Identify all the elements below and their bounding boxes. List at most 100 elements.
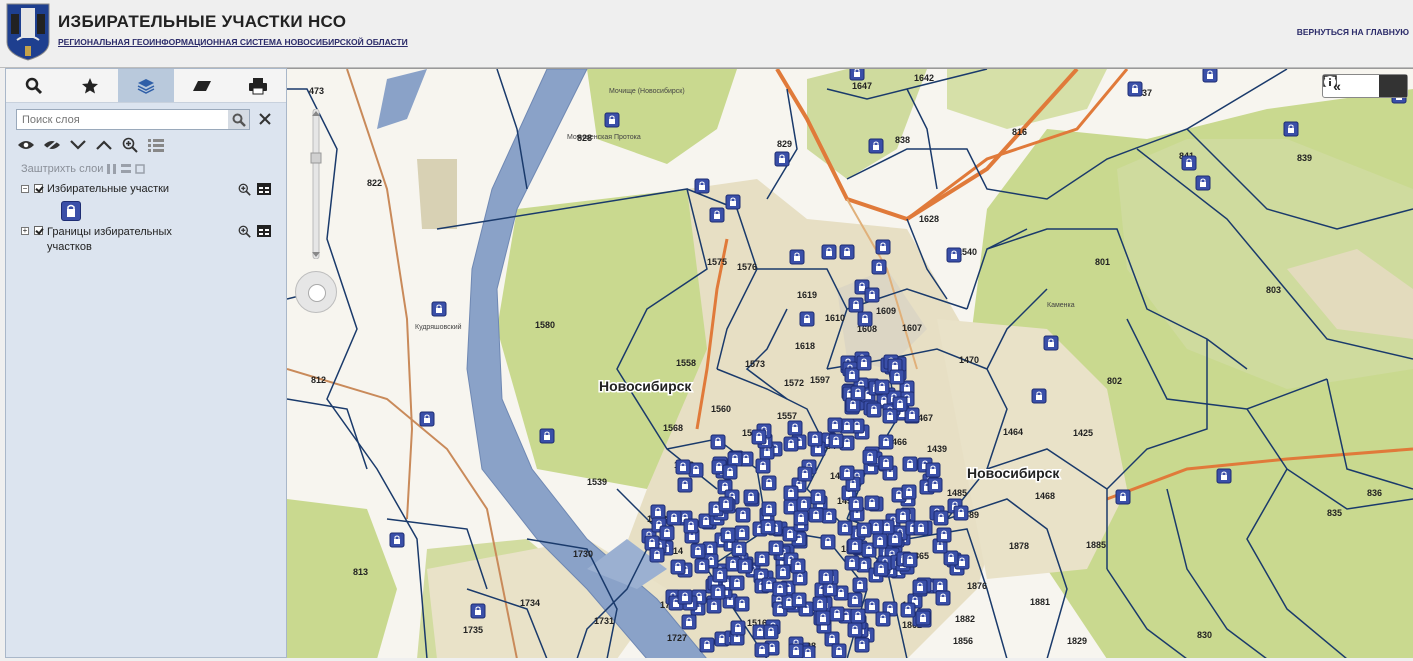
- rows-icon[interactable]: [121, 164, 132, 174]
- polling-station-marker[interactable]: [849, 69, 865, 81]
- polling-station-marker[interactable]: [694, 178, 710, 194]
- polling-station-marker[interactable]: [868, 138, 884, 154]
- polling-station-marker[interactable]: [808, 507, 824, 523]
- polling-station-marker[interactable]: [718, 496, 734, 512]
- polling-station-marker[interactable]: [419, 411, 435, 427]
- polling-station-marker[interactable]: [844, 367, 860, 383]
- polling-station-marker[interactable]: [875, 611, 891, 627]
- polling-station-marker[interactable]: [470, 603, 486, 619]
- polling-station-marker[interactable]: [936, 527, 952, 543]
- collapse-toggle[interactable]: −: [21, 185, 29, 193]
- polling-station-marker[interactable]: [902, 552, 918, 568]
- polling-station-marker[interactable]: [754, 642, 770, 658]
- polling-station-marker[interactable]: [751, 429, 767, 445]
- polling-station-marker[interactable]: [755, 458, 771, 474]
- polling-station-marker[interactable]: [874, 379, 890, 395]
- polling-station-marker[interactable]: [807, 431, 823, 447]
- layer-item-precinct-boundaries[interactable]: + Границы избирательных участков: [21, 225, 182, 255]
- polling-station-marker[interactable]: [839, 465, 855, 481]
- polling-station-marker[interactable]: [915, 610, 931, 626]
- polling-station-marker[interactable]: [820, 534, 836, 550]
- layer-checkbox[interactable]: [34, 226, 43, 235]
- layer-checkbox[interactable]: [34, 184, 43, 193]
- polling-station-marker[interactable]: [734, 596, 750, 612]
- polling-station-marker[interactable]: [683, 518, 699, 534]
- polling-station-marker[interactable]: [1127, 81, 1143, 97]
- polling-station-marker[interactable]: [1283, 121, 1299, 137]
- polling-station-marker[interactable]: [754, 551, 770, 567]
- polling-station-marker[interactable]: [1216, 468, 1232, 484]
- clear-search-button[interactable]: [256, 110, 274, 128]
- polling-station-marker[interactable]: [831, 643, 847, 658]
- polling-station-marker[interactable]: [763, 624, 779, 640]
- polling-station-marker[interactable]: [772, 581, 788, 597]
- polling-station-marker[interactable]: [775, 564, 791, 580]
- polling-station-marker[interactable]: [935, 590, 951, 606]
- app-subtitle-link[interactable]: РЕГИОНАЛЬНАЯ ГЕОИНФОРМАЦИОННАЯ СИСТЕМА Н…: [58, 37, 408, 47]
- polling-station-marker[interactable]: [774, 151, 790, 167]
- polling-station-marker[interactable]: [799, 311, 815, 327]
- columns-icon[interactable]: [107, 164, 117, 174]
- polling-station-marker[interactable]: [847, 622, 863, 638]
- polling-station-marker[interactable]: [815, 610, 831, 626]
- polling-station-marker[interactable]: [761, 475, 777, 491]
- polling-station-marker[interactable]: [677, 477, 693, 493]
- polling-station-marker[interactable]: [1202, 69, 1218, 83]
- polling-station-marker[interactable]: [946, 247, 962, 263]
- polling-station-marker[interactable]: [737, 558, 753, 574]
- tab-favorites[interactable]: [62, 69, 118, 102]
- tab-search[interactable]: [6, 69, 62, 102]
- polling-station-marker[interactable]: [709, 207, 725, 223]
- polling-station-marker[interactable]: [927, 477, 943, 493]
- polling-station-marker[interactable]: [731, 541, 747, 557]
- collapse-down-button[interactable]: [68, 137, 88, 153]
- polling-station-marker[interactable]: [649, 547, 665, 563]
- polling-station-marker[interactable]: [889, 369, 905, 385]
- polling-station-marker[interactable]: [900, 602, 916, 618]
- polling-station-marker[interactable]: [902, 456, 918, 472]
- tab-eraser[interactable]: [174, 69, 230, 102]
- polling-station-marker[interactable]: [828, 433, 844, 449]
- back-to-main-link[interactable]: ВЕРНУТЬСЯ НА ГЛАВНУЮ: [1297, 27, 1409, 37]
- polling-station-marker[interactable]: [760, 519, 776, 535]
- info-button[interactable]: [1324, 75, 1407, 97]
- expand-toggle[interactable]: +: [21, 227, 29, 235]
- tab-print[interactable]: [230, 69, 286, 102]
- polling-station-marker[interactable]: [848, 297, 864, 313]
- polling-station-marker[interactable]: [431, 301, 447, 317]
- polling-station-marker[interactable]: [712, 567, 728, 583]
- polling-station-marker[interactable]: [837, 520, 853, 536]
- polling-station-marker[interactable]: [810, 489, 826, 505]
- expand-up-button[interactable]: [94, 137, 114, 153]
- polling-station-marker[interactable]: [389, 532, 405, 548]
- polling-station-marker[interactable]: [856, 522, 872, 538]
- polling-station-marker[interactable]: [789, 249, 805, 265]
- polling-station-marker[interactable]: [793, 510, 809, 526]
- polling-station-marker[interactable]: [839, 244, 855, 260]
- polling-station-marker[interactable]: [1181, 155, 1197, 171]
- tab-layers[interactable]: [118, 69, 174, 102]
- zoom-to-layer-button[interactable]: [120, 137, 140, 153]
- polling-station-marker[interactable]: [829, 606, 845, 622]
- polling-station-marker[interactable]: [827, 417, 843, 433]
- zoom-slider[interactable]: [310, 109, 322, 259]
- polling-station-marker[interactable]: [821, 244, 837, 260]
- polling-station-marker[interactable]: [854, 637, 870, 653]
- hide-all-button[interactable]: [42, 137, 62, 153]
- layer-search-input[interactable]: [17, 110, 227, 130]
- polling-station-marker[interactable]: [690, 543, 706, 559]
- polling-station-marker[interactable]: [1031, 388, 1047, 404]
- polling-station-marker[interactable]: [848, 496, 864, 512]
- polling-station-marker[interactable]: [953, 505, 969, 521]
- polling-station-marker[interactable]: [670, 559, 686, 575]
- map-canvas[interactable]: Новосибирск Новосибирск Мочище (Новосиби…: [287, 69, 1413, 658]
- polling-station-marker[interactable]: [725, 194, 741, 210]
- polling-station-marker[interactable]: [688, 462, 704, 478]
- polling-station-marker[interactable]: [650, 504, 666, 520]
- polling-station-marker[interactable]: [1043, 335, 1059, 351]
- zoom-in-icon[interactable]: [238, 183, 251, 196]
- polling-station-marker[interactable]: [787, 420, 803, 436]
- polling-station-marker[interactable]: [872, 533, 888, 549]
- polling-station-marker[interactable]: [699, 637, 715, 653]
- polling-station-marker[interactable]: [878, 434, 894, 450]
